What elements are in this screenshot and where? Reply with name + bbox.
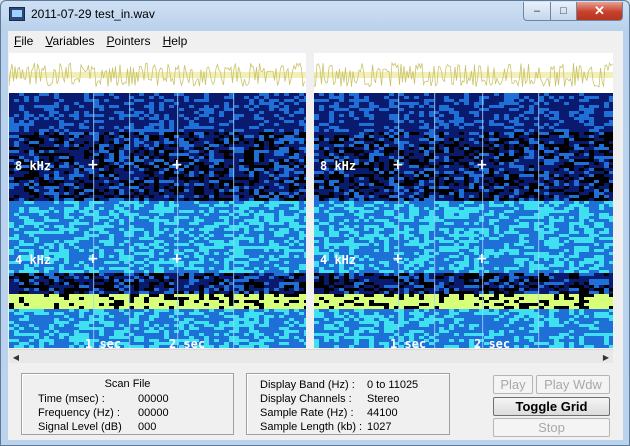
time-value: 00000 [138, 393, 169, 405]
signal-level-label: Signal Level (dB) [38, 421, 122, 433]
display-band-label: Display Band (Hz) : [260, 379, 355, 391]
left-spectrogram [9, 93, 306, 348]
maximize-button[interactable]: □ [550, 2, 577, 21]
left-channel-panel[interactable]: 8 kHz 4 kHz + + + + 1 sec 2 sec [9, 53, 306, 348]
freq-label-4khz: 4 kHz [320, 253, 357, 267]
scan-file-group: Scan File Time (msec) : 00000 Frequency … [21, 373, 234, 435]
frequency-label: Frequency (Hz) : [38, 407, 120, 419]
app-icon [9, 7, 25, 21]
title-bar: 2011-07-29 test_in.wav – □ ✕ [1, 1, 629, 29]
grid-cross: + [171, 157, 183, 173]
menu-file[interactable]: File [8, 34, 39, 48]
left-waveform [9, 53, 306, 93]
time-label-1sec: 1 sec [85, 337, 122, 348]
right-spectrogram [314, 93, 613, 348]
play-window-button[interactable]: Play Wdw [536, 375, 610, 394]
window-title: 2011-07-29 test_in.wav [31, 7, 155, 21]
close-button[interactable]: ✕ [576, 2, 623, 21]
app-window: 2011-07-29 test_in.wav – □ ✕ File Variab… [0, 0, 630, 446]
frequency-value: 00000 [138, 407, 169, 419]
menu-variables[interactable]: Variables [39, 34, 100, 48]
play-button[interactable]: Play [493, 375, 533, 394]
grid-cross: + [476, 157, 488, 173]
freq-label-8khz: 8 kHz [15, 159, 52, 173]
sample-rate-value: 44100 [367, 407, 398, 419]
time-label: Time (msec) : [38, 393, 105, 405]
scroll-right-icon[interactable]: ▶ [599, 350, 613, 364]
channel-divider [306, 53, 314, 348]
sample-length-label: Sample Length (kb) : [260, 421, 363, 433]
grid-cross: + [476, 251, 488, 267]
freq-label-8khz: 8 kHz [320, 159, 357, 173]
grid-cross: + [171, 251, 183, 267]
scroll-left-icon[interactable]: ◀ [9, 350, 23, 364]
grid-cross: + [87, 251, 99, 267]
grid-cross: + [392, 251, 404, 267]
minimize-button[interactable]: – [523, 2, 551, 21]
time-label-2sec: 2 sec [169, 337, 206, 348]
grid-cross: + [87, 157, 99, 173]
freq-label-4khz: 4 kHz [15, 253, 52, 267]
toggle-grid-button[interactable]: Toggle Grid [493, 397, 610, 416]
menu-bar: File Variables Pointers Help [8, 31, 623, 51]
signal-level-value: 000 [138, 421, 157, 433]
display-band-value: 0 to 11025 [367, 379, 419, 391]
display-info-group: Display Band (Hz) : 0 to 11025 Display C… [246, 373, 450, 435]
display-channels-label: Display Channels : [260, 393, 352, 405]
sample-rate-label: Sample Rate (Hz) : [260, 407, 354, 419]
right-channel-panel[interactable]: 8 kHz 4 kHz + + + + 1 sec 2 sec [314, 53, 613, 348]
client-area: 8 kHz 4 kHz + + + + 1 sec 2 sec 8 kHz 4 … [8, 51, 623, 440]
grid-cross: + [392, 157, 404, 173]
horizontal-scrollbar[interactable]: ◀ ▶ [9, 349, 613, 363]
scan-file-title: Scan File [104, 378, 151, 390]
time-label-1sec: 1 sec [390, 337, 427, 348]
sample-length-value: 1027 [367, 421, 392, 433]
display-channels-value: Stereo [367, 393, 400, 405]
menu-help[interactable]: Help [157, 34, 194, 48]
right-waveform [314, 53, 613, 93]
time-label-2sec: 2 sec [474, 337, 511, 348]
menu-pointers[interactable]: Pointers [101, 34, 157, 48]
stop-button[interactable]: Stop [493, 418, 610, 437]
